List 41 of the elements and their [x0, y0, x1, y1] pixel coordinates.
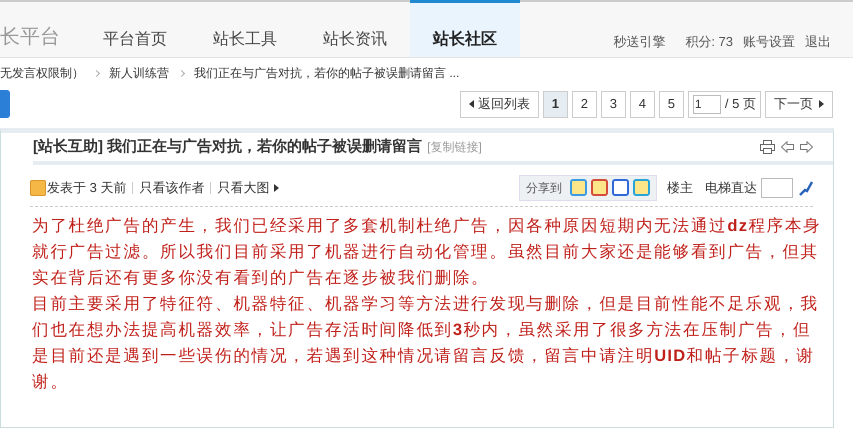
share-icon[interactable]	[633, 179, 650, 196]
nav-tab[interactable]: 站长资讯	[300, 2, 410, 57]
page-total: / 5 页	[724, 95, 756, 114]
thread-title: [站长互助] 我们正在与广告对抗，若你的帖子被误删请留言	[33, 136, 422, 157]
floor-label: 楼主	[667, 178, 693, 197]
share-icon[interactable]	[570, 179, 587, 196]
page-button[interactable]: 5	[658, 90, 684, 118]
back-to-list-button[interactable]: 返回列表	[460, 90, 539, 118]
post-paragraph: 目前主要采用了特征符、机器特征、机器学习等方法进行发现与删除，但是目前性能不足乐观，我们也在想办法提高机器效率，让广告存活时间降低到3秒内，虽然采用了很多方法在压制广告，但是目前还是遇到一些误伤的情况，若遇到这种情况请留言反馈，留言中请注明UID和帖子标题，谢谢。	[32, 294, 820, 393]
post-paragraph: 为了杜绝广告的产生，我们已经采用了多套机制杜绝广告，因各种原因短期内无法通过dz程序本身就行广告过滤。所以我们目前采用了机器进行自动化管理。虽然目前大家还是能够看到广告，但其实在背后还有更多你没有看到的广告在逐步被我们删除。	[32, 216, 822, 289]
post-time: 发表于 3 天前	[47, 178, 126, 197]
right-triangle-icon	[819, 100, 824, 108]
breadcrumb-link[interactable]: 无发言权限制）	[0, 64, 84, 82]
page-button[interactable]: 4	[630, 90, 655, 118]
header-link[interactable]: 账号设置	[743, 32, 795, 51]
author-only-link[interactable]: 只看该作者	[139, 178, 204, 198]
breadcrumb-link[interactable]: 新人训练营	[109, 64, 169, 82]
left-triangle-icon	[468, 100, 474, 108]
page-button[interactable]: 2	[572, 90, 597, 118]
share-icon[interactable]	[591, 179, 608, 196]
breadcrumb-link[interactable]: 我们正在与广告对抗，若你的帖子被误删请留言 ...	[194, 64, 460, 82]
nav-tab[interactable]: 站长工具	[190, 2, 300, 57]
next-icon[interactable]	[800, 141, 813, 153]
next-page-button[interactable]: 下一页	[765, 90, 833, 118]
nav-tab[interactable]: 平台首页	[80, 2, 190, 57]
header-link[interactable]: 退出	[805, 32, 831, 51]
print-icon[interactable]	[760, 140, 775, 154]
avatar-icon	[30, 180, 46, 196]
nav-tab[interactable]: 站长社区	[410, 0, 520, 57]
floor-input[interactable]	[761, 178, 793, 198]
previous-icon[interactable]	[781, 141, 794, 153]
share-label: 分享到	[526, 180, 562, 196]
page-input[interactable]: 1	[692, 94, 721, 114]
right-triangle-icon	[274, 184, 280, 192]
share-icon[interactable]	[612, 179, 629, 196]
jump-label: 电梯直达	[705, 178, 757, 197]
header-link[interactable]: 秒送引擎	[613, 32, 666, 51]
page-button[interactable]: 1	[542, 90, 568, 118]
large-images-link[interactable]: 只看大图	[217, 178, 270, 198]
page-button[interactable]: 3	[600, 90, 626, 118]
header-link[interactable]: 积分: 73	[685, 32, 733, 51]
